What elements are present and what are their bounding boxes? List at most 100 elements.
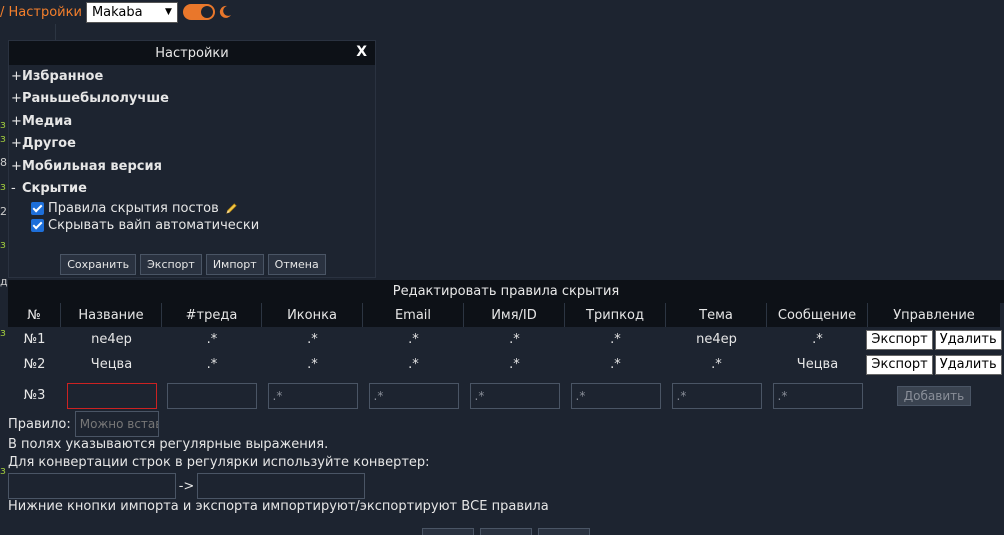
edge-fragment: 2 bbox=[0, 205, 7, 218]
help-text: Для конвертации строк в регулярки исполь… bbox=[8, 455, 430, 470]
section-other[interactable]: + Другое bbox=[9, 133, 375, 156]
bottom-button[interactable] bbox=[422, 528, 474, 535]
section-label: Скрытие bbox=[22, 181, 87, 197]
help-text: Нижние кнопки импорта и экспорта импорти… bbox=[8, 499, 549, 514]
close-icon[interactable]: X bbox=[356, 44, 367, 60]
rule-number: №3 bbox=[23, 388, 46, 403]
new-rule-controls: Добавить bbox=[868, 377, 1000, 414]
new-trip-cell: .* bbox=[565, 377, 666, 414]
theme-toggle[interactable] bbox=[182, 4, 215, 20]
rule-controls: Экспорт Удалить bbox=[866, 327, 1002, 352]
export-rule-button[interactable]: Экспорт bbox=[866, 354, 933, 375]
background-divider bbox=[55, 24, 56, 40]
new-email-input[interactable]: .* bbox=[368, 382, 459, 409]
settings-buttons: Сохранить Экспорт Импорт Отмена bbox=[9, 254, 377, 275]
rule-nameid: .* bbox=[509, 357, 520, 372]
new-subject-cell: .* bbox=[666, 377, 767, 414]
section-label: Медиа bbox=[22, 113, 73, 129]
column-header: Трипкод bbox=[565, 303, 666, 327]
rule-icon: .* bbox=[307, 357, 318, 372]
edge-fragment: д bbox=[0, 275, 8, 288]
settings-link[interactable]: / Настройки bbox=[0, 5, 82, 20]
expand-icon: + bbox=[11, 158, 22, 174]
settings-title: Настройки bbox=[155, 45, 229, 61]
rule-thread: .* bbox=[206, 357, 218, 372]
rule-message: Чецва bbox=[796, 357, 839, 372]
column-header: Управление bbox=[893, 307, 975, 323]
rule-import-input[interactable]: Можно вставить сохранённое bbox=[74, 411, 159, 437]
new-nameid-cell: .* bbox=[464, 377, 565, 414]
delete-rule-button[interactable]: Удалить bbox=[934, 354, 1002, 375]
edge-fragment: з bbox=[0, 180, 6, 193]
export-button[interactable]: Экспорт bbox=[140, 254, 202, 275]
settings-panel: Настройки X + Избранное + Раньшебылолучше … bbox=[8, 40, 376, 278]
import-button[interactable]: Импорт bbox=[205, 254, 264, 275]
converter-output[interactable] bbox=[197, 473, 365, 499]
rule-message: .* bbox=[812, 332, 823, 347]
rule-number: №1 bbox=[23, 332, 46, 347]
rule-name: ne4ep bbox=[91, 332, 132, 347]
section-hiding[interactable]: - Скрытие bbox=[9, 178, 375, 201]
export-rule-button[interactable]: Экспорт bbox=[866, 329, 933, 350]
toggle-knob bbox=[200, 6, 213, 18]
new-nameid-input[interactable]: .* bbox=[469, 382, 560, 409]
add-rule-button[interactable]: Добавить bbox=[897, 385, 971, 406]
pencil-icon[interactable] bbox=[225, 202, 238, 215]
edge-fragment: 8 bbox=[0, 156, 7, 169]
style-select[interactable]: Makaba ▼ bbox=[85, 1, 178, 23]
rule-number: №2 bbox=[23, 357, 46, 372]
table-row: №2 Чецва .* .* .* .* .* .* Чецва Экспорт… bbox=[8, 352, 1002, 377]
column-header: Сообщение bbox=[767, 303, 868, 327]
hide-rules-checkbox[interactable] bbox=[31, 202, 44, 215]
new-message-input[interactable]: .* bbox=[772, 382, 863, 409]
new-subject-input[interactable]: .* bbox=[671, 382, 762, 409]
hide-wipe-checkbox[interactable] bbox=[31, 219, 44, 232]
rule-line: Правило: Можно вставить сохранённое bbox=[8, 411, 159, 437]
help-text: В полях указываются регулярные выражения… bbox=[8, 437, 329, 452]
rule-email: .* bbox=[408, 357, 419, 372]
section-label: Раньшебылолучше bbox=[22, 91, 169, 107]
bottom-button[interactable] bbox=[480, 528, 532, 535]
rule-trip: .* bbox=[610, 332, 621, 347]
edge-fragment: з bbox=[0, 118, 6, 131]
new-thread-input[interactable] bbox=[167, 382, 257, 409]
section-label: Другое bbox=[22, 136, 76, 152]
option-hide-rules: Правила скрытия постов bbox=[9, 200, 375, 217]
hide-rules-panel: Редактировать правила скрытия № Название… bbox=[8, 280, 1004, 535]
new-trip-input[interactable]: .* bbox=[570, 382, 661, 409]
column-header: Тема bbox=[666, 303, 767, 327]
rules-table: № Название #треда Иконка Email Имя/ID Тр… bbox=[8, 303, 1002, 414]
rule-subject: .* bbox=[711, 357, 722, 372]
section-oldschool[interactable]: + Раньшебылолучше bbox=[9, 88, 375, 111]
section-media[interactable]: + Медиа bbox=[9, 110, 375, 133]
section-favorites[interactable]: + Избранное bbox=[9, 65, 375, 88]
new-icon-cell: .* bbox=[262, 377, 363, 414]
new-icon-input[interactable]: .* bbox=[267, 382, 358, 409]
section-label: Мобильная версия bbox=[22, 158, 162, 174]
cancel-button[interactable]: Отмена bbox=[267, 254, 326, 275]
table-row: №1 ne4ep .* .* .* .* .* ne4ep .* Экспорт… bbox=[8, 327, 1002, 352]
section-label: Избранное bbox=[22, 68, 104, 84]
settings-header: Настройки X bbox=[9, 41, 375, 65]
save-button[interactable]: Сохранить bbox=[60, 254, 137, 275]
expand-icon: + bbox=[11, 136, 22, 152]
edge-fragment: з bbox=[0, 132, 6, 145]
delete-rule-button[interactable]: Удалить bbox=[934, 329, 1002, 350]
column-header: Название bbox=[61, 303, 162, 327]
edge-fragment: з bbox=[0, 238, 6, 251]
rule-email: .* bbox=[408, 332, 419, 347]
moon-icon[interactable] bbox=[218, 5, 232, 19]
section-mobile[interactable]: + Мобильная версия bbox=[9, 155, 375, 178]
new-rule-row: №3 .* .* .* .* .* .* Добавить bbox=[8, 377, 1000, 414]
rule-thread: .* bbox=[206, 332, 218, 347]
edge-fragment: з bbox=[0, 326, 6, 339]
chevron-down-icon: ▼ bbox=[165, 7, 172, 17]
new-name-input[interactable] bbox=[66, 382, 157, 409]
option-label: Скрывать вайп автоматически bbox=[48, 218, 260, 233]
bottom-button[interactable] bbox=[538, 528, 590, 535]
rule-label: Правило: bbox=[8, 416, 71, 432]
rule-nameid: .* bbox=[509, 332, 520, 347]
column-header: Иконка bbox=[262, 303, 363, 327]
converter-input[interactable] bbox=[8, 473, 176, 499]
new-message-cell: .* bbox=[767, 377, 868, 414]
